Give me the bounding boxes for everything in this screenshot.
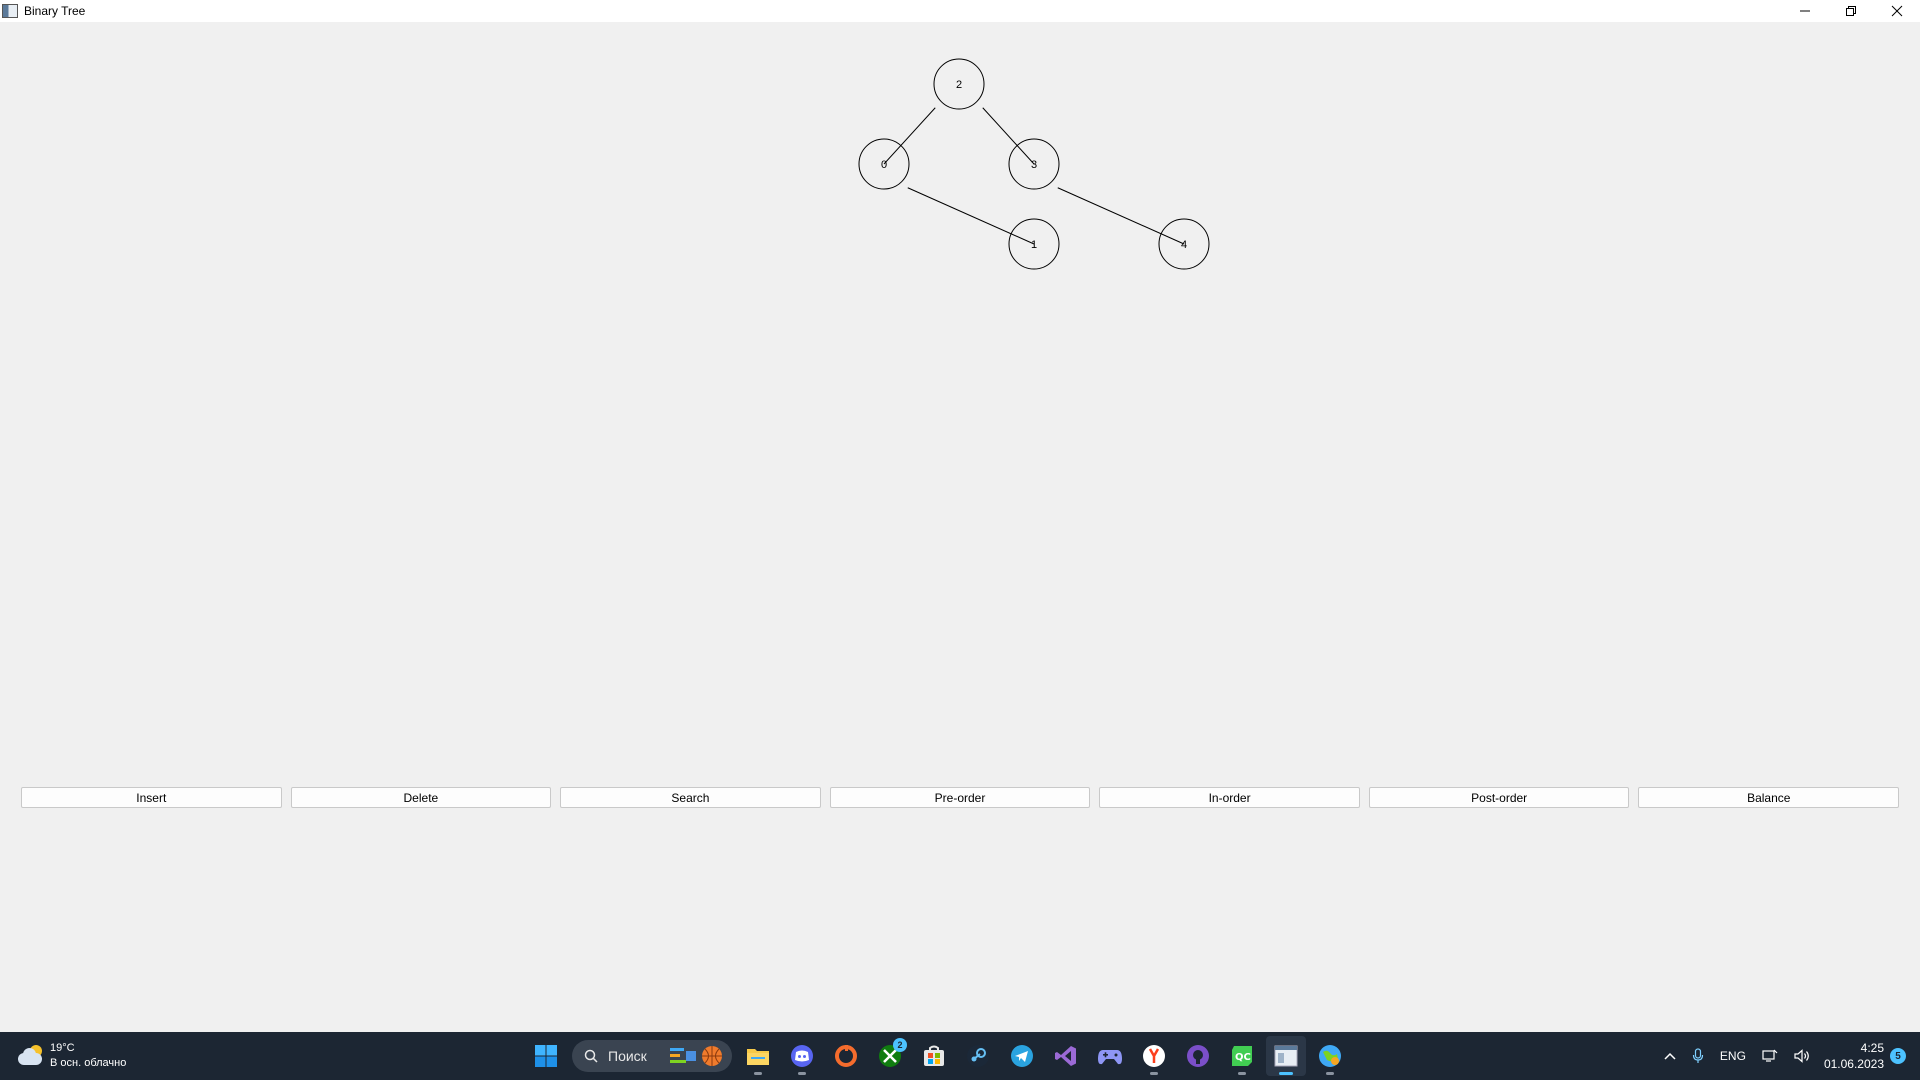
weather-temperature: 19°C: [50, 1042, 75, 1054]
postorder-button[interactable]: Post-order: [1368, 787, 1630, 808]
gamepad-icon: [1098, 1050, 1122, 1065]
language-indicator[interactable]: ENG: [1720, 1049, 1746, 1063]
file-explorer-button[interactable]: [738, 1036, 778, 1076]
network-button[interactable]: [1762, 1049, 1778, 1063]
clock-date: 01.06.2023: [1823, 1057, 1884, 1071]
notification-badge[interactable]: 5: [1890, 1048, 1906, 1064]
taskbar-search[interactable]: Поиск: [572, 1040, 732, 1072]
app-window-icon: [1274, 1045, 1298, 1067]
volume-button[interactable]: [1794, 1049, 1810, 1063]
window-title: Binary Tree: [24, 4, 86, 18]
qt-creator-button[interactable]: QC: [1222, 1036, 1262, 1076]
tree-edge: [907, 187, 1035, 245]
start-button[interactable]: [526, 1036, 566, 1076]
tree-node-value: 3: [1031, 159, 1037, 171]
speaker-icon: [1794, 1049, 1809, 1063]
app-window-icon: [2, 4, 18, 18]
weather-widget[interactable]: 19°C В осн. облачно: [16, 1039, 156, 1073]
tree-edge: [1057, 187, 1185, 245]
discord-icon: [791, 1045, 813, 1067]
origin-button[interactable]: [826, 1036, 866, 1076]
origin-icon: [835, 1045, 857, 1067]
close-icon: [1891, 5, 1903, 17]
button-row: Insert Delete Search Pre-order In-order …: [21, 787, 1900, 808]
discord-button[interactable]: [782, 1036, 822, 1076]
tree-node: 4: [1158, 218, 1210, 270]
steam-icon: [967, 1045, 989, 1067]
tree-canvas: 2 0 3 1 4: [858, 58, 1210, 270]
restore-icon: [1846, 6, 1856, 16]
tree-node: 0: [858, 138, 910, 190]
insert-button[interactable]: Insert: [21, 787, 282, 808]
yandex-icon: [1143, 1045, 1165, 1067]
search-button[interactable]: Search: [560, 787, 821, 808]
clock-time: 4:25: [1860, 1041, 1884, 1055]
preorder-button[interactable]: Pre-order: [829, 787, 1091, 808]
clock[interactable]: 4:25 01.06.2023: [1824, 1040, 1884, 1072]
title-bar[interactable]: Binary Tree: [0, 0, 1920, 22]
inorder-button[interactable]: In-order: [1099, 787, 1360, 808]
globe-icon: [1319, 1045, 1341, 1067]
tree-node-value: 2: [956, 79, 962, 91]
microphone-button[interactable]: [1692, 1048, 1704, 1064]
tree-node: 2: [933, 58, 985, 110]
store-icon: [924, 1045, 944, 1066]
tree-node: 3: [1008, 138, 1060, 190]
svg-text:QC: QC: [1235, 1052, 1251, 1063]
github-desktop-button[interactable]: [1178, 1036, 1218, 1076]
tree-node-value: 1: [1031, 239, 1037, 251]
delete-button[interactable]: Delete: [290, 787, 552, 808]
steam-button[interactable]: [958, 1036, 998, 1076]
telegram-button[interactable]: [1002, 1036, 1042, 1076]
game-controller-button[interactable]: [1090, 1036, 1130, 1076]
tree-node-value: 0: [881, 159, 887, 171]
tree-edge: [883, 107, 936, 165]
microphone-icon: [1692, 1048, 1704, 1063]
tree-node-value: 4: [1181, 239, 1187, 251]
network-icon: [1762, 1049, 1778, 1062]
close-button[interactable]: [1874, 0, 1920, 22]
system-tray: ENG 4:25 01.06.2023 5: [1656, 1032, 1906, 1080]
xbox-notification-badge: 2: [893, 1038, 907, 1052]
balance-button[interactable]: Balance: [1638, 787, 1900, 808]
visual-studio-button[interactable]: [1046, 1036, 1086, 1076]
visual-studio-icon: [1055, 1046, 1076, 1066]
tree-node: 1: [1008, 218, 1060, 270]
binary-tree-app-button[interactable]: [1266, 1036, 1306, 1076]
qt-icon: QC: [1232, 1046, 1252, 1066]
minimize-button[interactable]: [1782, 0, 1828, 22]
xbox-button[interactable]: 2: [870, 1036, 910, 1076]
window-controls: [1782, 0, 1920, 22]
restore-button[interactable]: [1828, 0, 1874, 22]
taskbar: 19°C В осн. облачно Поиск 2 QC ENG 4:25 …: [0, 1032, 1920, 1080]
github-icon: [1187, 1045, 1209, 1067]
show-hidden-icons-button[interactable]: [1664, 1052, 1676, 1060]
windows-logo-icon: [535, 1045, 557, 1067]
search-placeholder: Поиск: [608, 1048, 647, 1064]
microsoft-store-button[interactable]: [914, 1036, 954, 1076]
globe-app-button[interactable]: [1310, 1036, 1350, 1076]
app-root: Binary Tree 2 0 3 1 4 Insert Delete Search P…: [0, 0, 1920, 1080]
telegram-icon: [1011, 1045, 1033, 1067]
search-highlight-basketball-icon: [670, 1046, 722, 1066]
tree-edge: [982, 107, 1035, 165]
chevron-up-icon: [1664, 1052, 1676, 1060]
search-icon: [584, 1049, 598, 1063]
folder-icon: [747, 1049, 769, 1065]
cloudy-weather-icon: [16, 1045, 46, 1067]
taskbar-apps: Поиск 2 QC: [524, 1036, 1352, 1076]
minimize-icon: [1800, 10, 1810, 12]
weather-description: В осн. облачно: [50, 1057, 127, 1069]
client-area: 2 0 3 1 4 Insert Delete Search Pre-order In-…: [0, 22, 1920, 1032]
yandex-browser-button[interactable]: [1134, 1036, 1174, 1076]
